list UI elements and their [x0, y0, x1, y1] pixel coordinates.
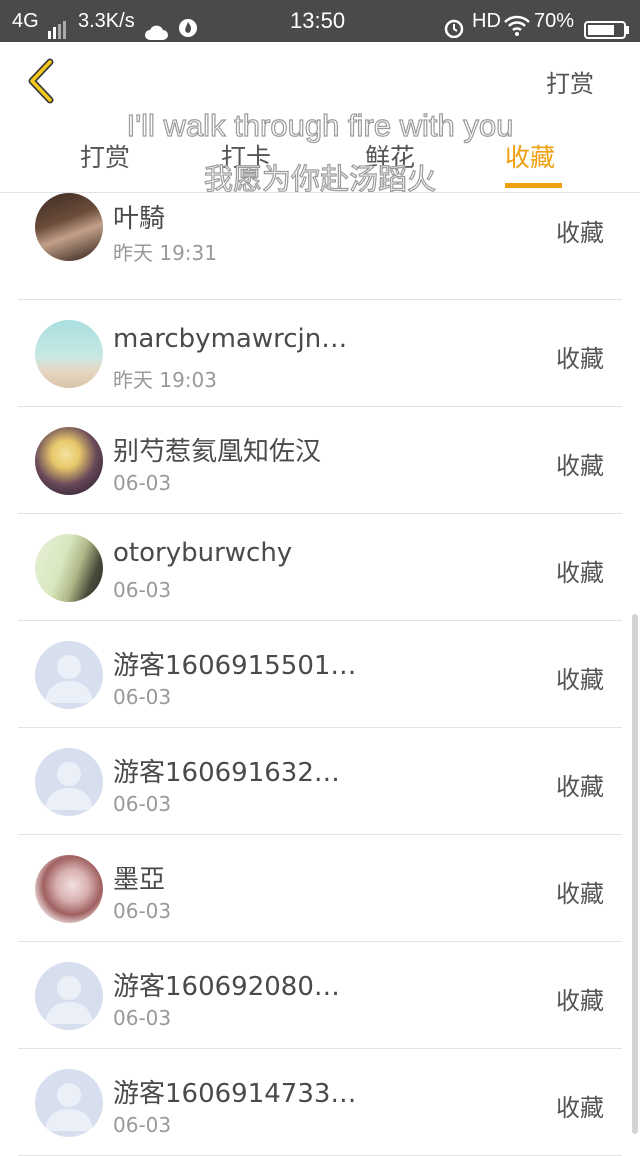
favorite-time: 06-03 [113, 578, 172, 602]
favorite-time: 昨天 19:03 [113, 368, 217, 392]
flame-icon [178, 11, 198, 37]
user-name: 游客160691632… [113, 758, 340, 788]
favorite-time: 06-03 [113, 1113, 172, 1137]
list-item[interactable]: 游客1606914733… 06-03 收藏 [18, 1049, 622, 1156]
signal-bars-icon [48, 12, 68, 39]
back-button[interactable] [22, 56, 62, 106]
favorite-label: 收藏 [556, 666, 604, 694]
battery-icon [584, 12, 630, 39]
favorite-label: 收藏 [556, 987, 604, 1015]
status-bar: 4G 3.3K/s 13:50 HD 70% [0, 0, 640, 42]
favorite-label: 收藏 [556, 773, 604, 801]
list-item[interactable]: 叶騎 昨天 19:31 收藏 [18, 193, 622, 300]
user-name: 游客160692080… [113, 972, 340, 1002]
avatar [35, 320, 103, 388]
favorite-time: 昨天 19:31 [113, 241, 217, 265]
user-name: marcbymawrcjn… [113, 324, 348, 354]
avatar [35, 534, 103, 602]
user-name: 别芍惹氦凰知佐汉 [113, 437, 322, 467]
favorite-label: 收藏 [556, 880, 604, 908]
favorite-time: 06-03 [113, 792, 172, 816]
user-name: 叶騎 [113, 204, 166, 234]
favorites-list: 叶騎 昨天 19:31 收藏 marcbymawrcjn… 昨天 19:03 收… [18, 193, 622, 1156]
list-item[interactable]: otoryburwchy 06-03 收藏 [18, 514, 622, 621]
list-item[interactable]: marcbymawrcjn… 昨天 19:03 收藏 [18, 300, 622, 407]
avatar [35, 193, 103, 261]
network-type: 4G [12, 10, 39, 32]
wifi-icon [504, 10, 530, 36]
favorite-label: 收藏 [556, 559, 604, 587]
reward-button[interactable]: 打赏 [546, 64, 594, 99]
video-subtitle-english: I'll walk through fire with you [126, 107, 514, 143]
favorite-label: 收藏 [556, 452, 604, 480]
clock: 13:50 [290, 8, 346, 33]
default-avatar-icon [35, 748, 103, 816]
default-avatar-icon [35, 962, 103, 1030]
user-name: 游客1606914733… [113, 1079, 357, 1109]
favorite-label: 收藏 [556, 219, 604, 247]
list-item[interactable]: 游客160692080… 06-03 收藏 [18, 942, 622, 1049]
hd-indicator: HD [472, 10, 501, 32]
favorite-time: 06-03 [113, 899, 172, 923]
avatar [35, 855, 103, 923]
user-name: 墨亞 [113, 865, 166, 895]
user-name: otoryburwchy [113, 538, 293, 568]
list-item[interactable]: 别芍惹氦凰知佐汉 06-03 收藏 [18, 407, 622, 514]
favorite-label: 收藏 [556, 345, 604, 373]
user-name: 游客1606915501… [113, 651, 357, 681]
cloud-icon [144, 13, 168, 40]
scrollbar[interactable] [632, 614, 638, 1134]
chevron-left-icon [28, 58, 54, 104]
network-speed: 3.3K/s [78, 10, 135, 32]
list-item[interactable]: 游客160691632… 06-03 收藏 [18, 728, 622, 835]
default-avatar-icon [35, 1069, 103, 1137]
default-avatar-icon [35, 641, 103, 709]
favorite-time: 06-03 [113, 471, 172, 495]
alarm-icon [444, 11, 464, 39]
favorite-time: 06-03 [113, 1006, 172, 1030]
list-item[interactable]: 墨亞 06-03 收藏 [18, 835, 622, 942]
avatar [35, 427, 103, 495]
favorite-label: 收藏 [556, 1094, 604, 1122]
list-item[interactable]: 游客1606915501… 06-03 收藏 [18, 621, 622, 728]
battery-percent: 70% [534, 10, 575, 32]
favorite-time: 06-03 [113, 685, 172, 709]
